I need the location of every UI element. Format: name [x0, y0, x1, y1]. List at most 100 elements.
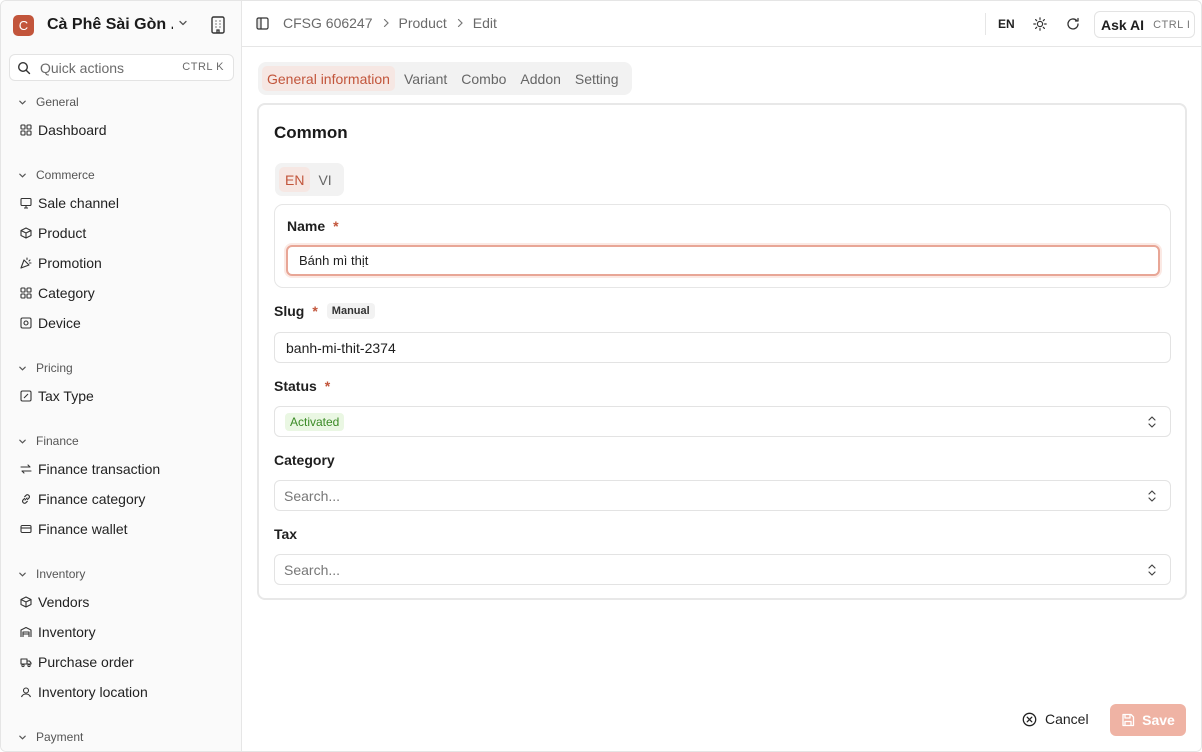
- category-label: Category: [274, 452, 335, 468]
- section-title: Common: [274, 123, 348, 142]
- sidebar-item-promotion[interactable]: Promotion: [1, 248, 241, 278]
- sidebar-item-label: Device: [38, 315, 81, 331]
- nav-group-finance[interactable]: Finance: [1, 428, 241, 454]
- quick-actions-label: Quick actions: [40, 59, 125, 76]
- party-icon: [20, 257, 32, 269]
- grid-icon: [20, 287, 32, 299]
- sidebar-item-vendors[interactable]: Vendors: [1, 587, 241, 617]
- quick-actions-shortcut: CTRL K: [182, 61, 224, 73]
- slug-label: Slug * Manual: [274, 303, 375, 319]
- chevron-down-icon: [19, 173, 26, 178]
- org-switcher[interactable]: C Cà Phê Sài Gòn ...: [13, 13, 231, 37]
- chevron-down-icon: [19, 366, 26, 371]
- save-button[interactable]: Save: [1110, 704, 1186, 736]
- chevron-up-down-icon: [1148, 416, 1156, 428]
- required-mark: *: [324, 378, 331, 394]
- ask-ai-shortcut: CTRL I: [1153, 18, 1191, 31]
- tax-label: Tax: [274, 526, 298, 542]
- chevron-down-icon: [19, 100, 26, 105]
- sidebar-item-finance-transaction[interactable]: Finance transaction: [1, 454, 241, 484]
- status-label: Status *: [274, 378, 331, 394]
- status-select[interactable]: Activated: [274, 406, 1171, 437]
- sidebar-item-label: Dashboard: [38, 122, 107, 138]
- chevron-right-icon: [456, 18, 464, 28]
- required-mark: *: [333, 218, 339, 234]
- x-circle-icon: [1022, 712, 1037, 726]
- sidebar-item-inventory[interactable]: Inventory: [1, 617, 241, 647]
- sidebar-item-label: Tax Type: [38, 388, 94, 404]
- language-switcher[interactable]: EN: [998, 17, 1015, 31]
- status-badge: Activated: [285, 412, 345, 431]
- chevron-down-icon: [19, 572, 26, 577]
- tab-addon[interactable]: Addon: [515, 66, 565, 91]
- slug-input[interactable]: banh-mi-thit-2374: [274, 332, 1171, 363]
- sidebar-item-product[interactable]: Product: [1, 218, 241, 248]
- tax-placeholder: Search...: [284, 561, 341, 578]
- save-icon: [1122, 713, 1135, 727]
- common-section: Common EN VI Name * Bánh mì thịt Slug * Ma…: [257, 103, 1187, 600]
- cancel-label: Cancel: [1045, 711, 1089, 727]
- sidebar-item-label: Purchase order: [38, 654, 134, 670]
- nav-group-title: Payment: [36, 730, 84, 744]
- nav-group-pricing[interactable]: Pricing: [1, 355, 241, 381]
- quick-actions-input[interactable]: Quick actions CTRL K: [9, 54, 234, 81]
- name-input[interactable]: Bánh mì thịt: [286, 245, 1160, 276]
- breadcrumb-item[interactable]: CFSG 606247: [283, 15, 373, 31]
- sun-icon[interactable]: [1033, 17, 1047, 31]
- main-content: General information Variant Combo Addon …: [242, 47, 1201, 751]
- refresh-icon[interactable]: [1066, 17, 1080, 31]
- tab-general-information[interactable]: General information: [262, 66, 395, 91]
- chevron-down-icon: [19, 735, 26, 740]
- nav-group-commerce[interactable]: Commerce: [1, 162, 241, 188]
- app-window: C Cà Phê Sài Gòn ... Quick actions CTRL …: [0, 0, 1202, 752]
- tab-setting[interactable]: Setting: [570, 66, 624, 91]
- top-bar: CFSG 606247 Product Edit EN Ask AI CTRL …: [242, 1, 1201, 47]
- slug-mode-badge[interactable]: Manual: [326, 303, 375, 319]
- category-select[interactable]: Search...: [274, 480, 1171, 511]
- required-mark: *: [312, 303, 318, 319]
- sidebar-item-device[interactable]: Device: [1, 308, 241, 338]
- nav-group-inventory[interactable]: Inventory: [1, 561, 241, 587]
- sidebar-item-label: Inventory: [38, 624, 96, 640]
- sidebar-item-label: Sale channel: [38, 195, 119, 211]
- sidebar-item-label: Promotion: [38, 255, 102, 271]
- chevron-up-down-icon: [1148, 564, 1156, 576]
- sidebar-item-category[interactable]: Category: [1, 278, 241, 308]
- sidebar-item-inventory-location[interactable]: Inventory location: [1, 677, 241, 707]
- org-avatar: C: [13, 14, 34, 36]
- sidebar-nav: General Dashboard Commerce Sale channel …: [1, 89, 241, 750]
- box-icon: [20, 227, 32, 239]
- product-tabs: General information Variant Combo Addon …: [258, 62, 632, 95]
- save-label: Save: [1142, 712, 1175, 728]
- tax-select[interactable]: Search...: [274, 554, 1171, 585]
- sidebar-item-finance-wallet[interactable]: Finance wallet: [1, 514, 241, 544]
- language-tabs: EN VI: [275, 163, 344, 196]
- ask-ai-button[interactable]: Ask AI CTRL I: [1094, 11, 1195, 38]
- sidebar-item-sale-channel[interactable]: Sale channel: [1, 188, 241, 218]
- cancel-button[interactable]: Cancel: [1022, 709, 1089, 729]
- device-icon: [20, 317, 32, 329]
- nav-group-general[interactable]: General: [1, 89, 241, 115]
- sidebar-item-dashboard[interactable]: Dashboard: [1, 115, 241, 145]
- breadcrumb-item[interactable]: Product: [399, 15, 447, 31]
- lang-tab-vi[interactable]: VI: [312, 167, 337, 192]
- chevron-down-icon[interactable]: [177, 17, 189, 29]
- org-name: Cà Phê Sài Gòn ...: [47, 16, 173, 33]
- lang-tab-en[interactable]: EN: [279, 167, 311, 192]
- wallet-icon: [20, 523, 32, 535]
- truck-icon: [20, 656, 32, 668]
- sidebar-item-finance-category[interactable]: Finance category: [1, 484, 241, 514]
- sidebar-item-purchase-order[interactable]: Purchase order: [1, 647, 241, 677]
- breadcrumb: CFSG 606247 Product Edit: [283, 15, 497, 31]
- category-placeholder: Search...: [284, 487, 341, 504]
- nav-group-title: Inventory: [36, 567, 86, 581]
- name-field-group: Name * Bánh mì thịt: [274, 204, 1171, 288]
- name-label: Name *: [287, 218, 339, 234]
- tab-variant[interactable]: Variant: [399, 66, 452, 91]
- nav-group-payment[interactable]: Payment: [1, 724, 241, 750]
- tab-combo[interactable]: Combo: [456, 66, 511, 91]
- sidebar-toggle-icon[interactable]: [256, 17, 269, 30]
- sidebar-item-tax-type[interactable]: Tax Type: [1, 381, 241, 411]
- nav-group-title: Pricing: [36, 361, 73, 375]
- building-icon[interactable]: [209, 15, 227, 35]
